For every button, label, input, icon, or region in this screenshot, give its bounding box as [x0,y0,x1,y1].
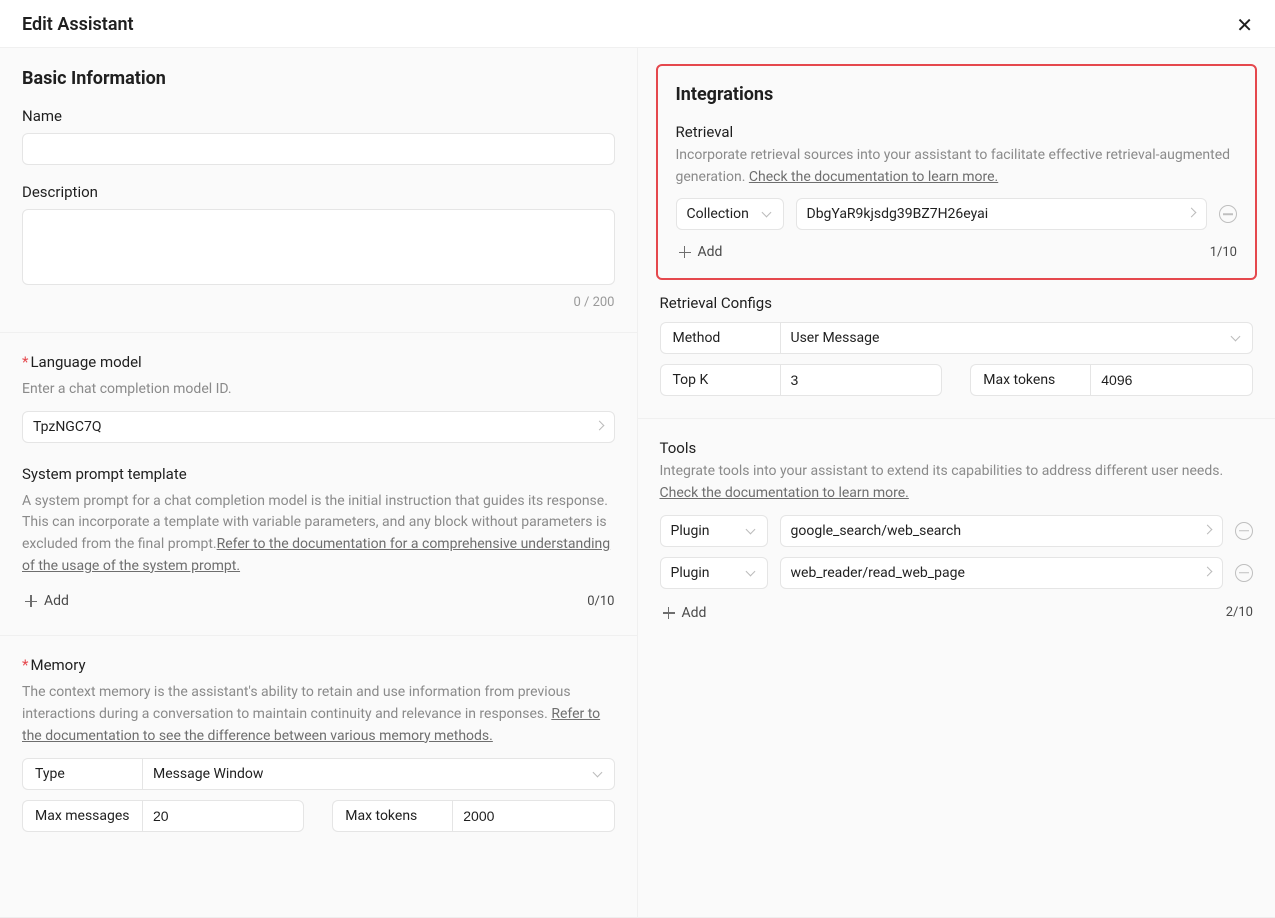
required-icon: * [22,656,28,674]
tools-add-row: Add 2/10 [660,601,1254,625]
language-model-label: *Language model [22,353,615,371]
retrieval-row-0: Collection DbgYaR9kjsdg39BZ7H26eyai [676,198,1238,230]
basic-info-title: Basic Information [22,68,615,89]
remove-icon[interactable] [1219,205,1237,223]
topk-input[interactable] [780,364,943,396]
remove-icon[interactable] [1235,564,1253,582]
chevron-right-icon [594,422,604,432]
method-select[interactable]: User Message [780,322,1254,354]
retrieval-doc-link[interactable]: Check the documentation to learn more. [749,169,998,185]
memory-section: *Memory The context memory is the assist… [0,636,637,853]
retrieval-max-tokens: Max tokens [970,364,1253,396]
chevron-right-icon [1202,526,1212,536]
retrieval-hint: Incorporate retrieval sources into your … [676,145,1238,188]
memory-label: *Memory [22,656,615,674]
chevron-down-icon [594,769,604,779]
retrieval-add-row: Add 1/10 [676,240,1238,264]
method-label: Method [660,322,780,354]
chevron-down-icon [747,526,757,536]
tool-value-select[interactable]: web_reader/read_web_page [780,557,1224,589]
retrieval-config-numeric-row: Top K Max tokens [660,364,1254,396]
tool-value-select[interactable]: google_search/web_search [780,515,1224,547]
name-field: Name [22,107,615,165]
memory-numeric-row: Max messages Max tokens [22,800,615,832]
chevron-right-icon [1202,568,1212,578]
memory-type-label: Type [22,758,142,790]
chevron-down-icon [1232,333,1242,343]
tool-row-1: Plugin web_reader/read_web_page [660,557,1254,589]
basic-info-section: Basic Information Name Description 0 / 2… [0,48,637,333]
tools-count: 2/10 [1226,605,1253,620]
max-messages-input[interactable] [142,800,304,832]
modal-body: Basic Information Name Description 0 / 2… [0,48,1275,917]
language-model-section: *Language model Enter a chat completion … [0,333,637,636]
retrieval-configs-label: Retrieval Configs [660,294,1254,312]
memory-type-row: Type Message Window [22,758,615,790]
tool-row-0: Plugin google_search/web_search [660,515,1254,547]
description-input[interactable] [22,209,615,285]
modal-title: Edit Assistant [22,14,134,35]
retrieval-value-select[interactable]: DbgYaR9kjsdg39BZ7H26eyai [796,198,1208,230]
description-counter: 0 / 200 [22,295,615,310]
language-model-hint: Enter a chat completion model ID. [22,379,615,401]
max-tokens-label: Max tokens [332,800,452,832]
close-icon[interactable]: ✕ [1236,15,1253,35]
chevron-down-icon [763,209,773,219]
plus-icon [662,606,676,620]
required-icon: * [22,353,28,371]
system-prompt-add-button[interactable]: Add [22,589,71,613]
left-column: Basic Information Name Description 0 / 2… [0,48,638,917]
tools-hint: Integrate tools into your assistant to e… [660,461,1254,504]
memory-max-tokens: Max tokens [332,800,614,832]
memory-hint: The context memory is the assistant's ab… [22,682,615,747]
description-field: Description 0 / 200 [22,183,615,310]
memory-max-messages: Max messages [22,800,304,832]
language-model-select[interactable]: TpzNGC7Q [22,411,615,443]
tools-doc-link[interactable]: Check the documentation to learn more. [660,485,909,501]
max-messages-label: Max messages [22,800,142,832]
retrieval-type-select[interactable]: Collection [676,198,784,230]
system-prompt-label: System prompt template [22,465,615,483]
retrieval-max-tokens-label: Max tokens [970,364,1090,396]
tool-type-select[interactable]: Plugin [660,557,768,589]
chevron-right-icon [1186,209,1196,219]
name-input[interactable] [22,133,615,165]
topk-label: Top K [660,364,780,396]
system-prompt-count: 0/10 [587,594,614,609]
retrieval-method-row: Method User Message [660,322,1254,354]
modal-header: Edit Assistant ✕ [0,0,1275,48]
max-tokens-input[interactable] [452,800,614,832]
plus-icon [24,594,38,608]
integrations-section: Integrations Retrieval Incorporate retri… [638,48,1275,419]
tools-section: Tools Integrate tools into your assistan… [638,419,1275,646]
retrieval-add-button[interactable]: Add [676,240,725,264]
tools-add-button[interactable]: Add [660,601,709,625]
system-prompt-hint: A system prompt for a chat completion mo… [22,491,615,578]
name-label: Name [22,107,615,125]
remove-icon[interactable] [1235,522,1253,540]
tools-label: Tools [660,439,1254,457]
right-column: Integrations Retrieval Incorporate retri… [638,48,1275,917]
system-prompt-add-row: Add 0/10 [22,589,615,613]
retrieval-highlight: Integrations Retrieval Incorporate retri… [656,64,1258,280]
chevron-down-icon [747,568,757,578]
plus-icon [678,245,692,259]
description-label: Description [22,183,615,201]
memory-type-select[interactable]: Message Window [142,758,615,790]
retrieval-max-tokens-input[interactable] [1090,364,1253,396]
retrieval-topk: Top K [660,364,943,396]
tool-type-select[interactable]: Plugin [660,515,768,547]
retrieval-label: Retrieval [676,123,1238,141]
edit-assistant-modal: Edit Assistant ✕ Basic Information Name … [0,0,1275,918]
retrieval-count: 1/10 [1210,245,1237,260]
integrations-title: Integrations [676,84,1238,105]
